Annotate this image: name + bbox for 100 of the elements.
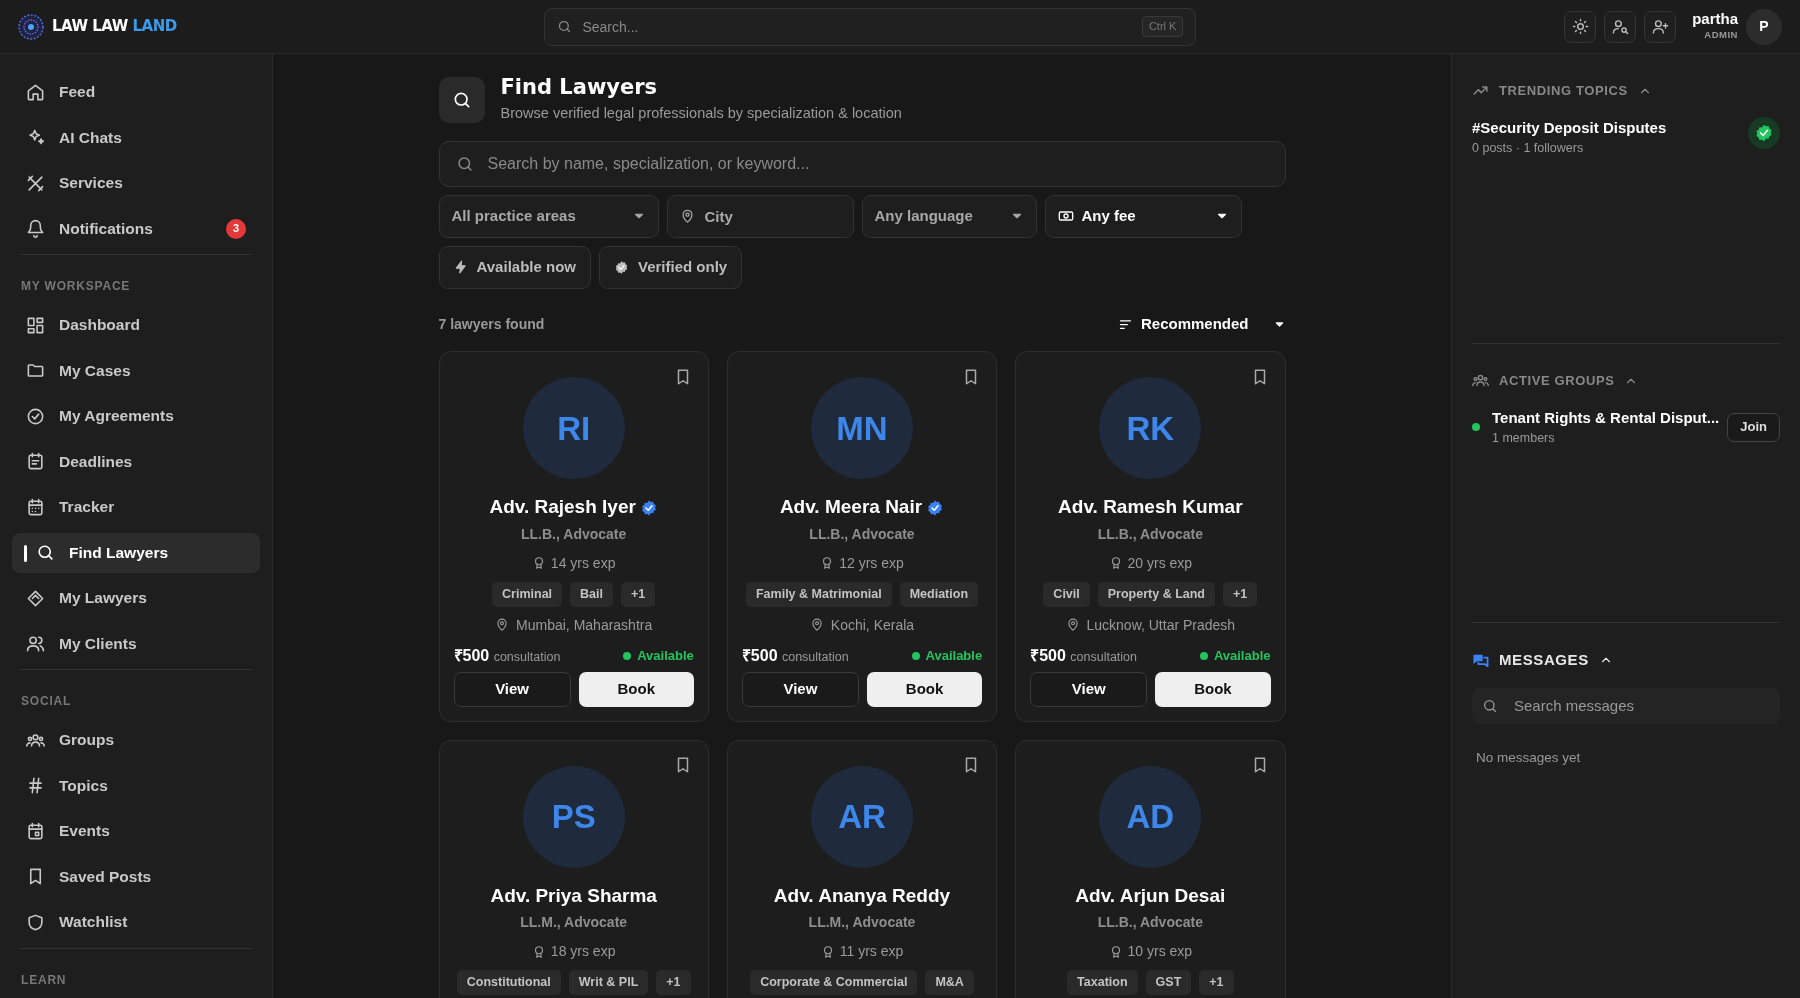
avatar: AD [1099,765,1202,868]
experience: 14 yrs exp [550,553,616,573]
sidebar-item[interactable]: AI Chats [12,117,260,158]
specialization-tag: Property & Land [1097,581,1215,607]
diamond-icon [26,588,45,608]
view-button[interactable]: View [741,671,859,707]
filter-dropdown[interactable]: All practice areas [438,194,659,238]
consultation-fee: ₹500 consultation [741,645,849,666]
sidebar-item[interactable]: My Lawyers [12,578,260,618]
sort-dropdown[interactable]: Recommended [1117,312,1286,336]
pin-icon [495,618,510,633]
badge-check-icon [1754,122,1774,143]
location: Kochi, Kerala [830,615,915,635]
count-badge: 3 [226,218,246,239]
experience: 12 yrs exp [839,553,904,573]
filter-dropdown[interactable]: Any fee [1044,194,1242,238]
location: Lucknow, Uttar Pradesh [1086,615,1236,635]
specialization-tag: Criminal [492,581,563,607]
view-button[interactable]: View [453,671,571,707]
specialization-tag: Mediation [899,581,979,607]
filter-toggle[interactable]: Verified only [599,245,743,289]
group-name[interactable]: Tenant Rights & Rental Disput... [1492,406,1720,429]
sidebar-item[interactable]: Events [12,811,260,851]
lawyer-degree: LL.B., Advocate [1097,913,1203,933]
sidebar-item[interactable]: Saved Posts [12,856,260,897]
search-icon [557,19,573,34]
sidebar-item[interactable]: Tracker [12,487,260,527]
sidebar-item[interactable]: Dashboard [12,305,260,345]
lawyer-name: Adv. Priya Sharma [490,883,657,908]
filter-toggle[interactable]: Available now [438,245,591,289]
sidebar-item[interactable]: My Cases [12,350,260,391]
search-input[interactable]: Search messages [1512,687,1770,724]
book-button[interactable]: Book [867,671,983,707]
section-heading: LEARN [20,971,68,989]
specialization-tag: Writ & PIL [568,970,649,995]
experience: 18 yrs exp [550,942,616,962]
avatar: RK [1099,377,1202,480]
calendar-icon [26,821,45,841]
bell-icon [26,219,45,238]
lawyer-degree: LL.M., Advocate [520,913,628,933]
search-input[interactable]: Search... [580,8,1134,45]
lawyer-name: Adv. Meera Nair [779,495,923,520]
specialization-tag: Constitutional [456,970,561,995]
add-user-button[interactable] [1644,10,1677,43]
sidebar-item[interactable]: My Agreements [12,396,260,436]
view-button[interactable]: View [1030,671,1148,707]
topic-title[interactable]: #Security Deposit Disputes [1472,116,1667,139]
sidebar-item[interactable]: Topics [12,765,260,806]
sidebar-item[interactable]: Feed [12,72,260,112]
section-heading: ACTIVE GROUPS [1499,372,1615,390]
specialization-tag: Civil [1043,581,1090,607]
sidebar-item[interactable]: Groups [12,720,260,760]
user-avatar[interactable]: P [1746,8,1782,45]
avatar: PS [522,765,625,868]
page-subtitle: Browse verified legal professionals by specialization & location [500,104,902,124]
lawyer-degree: LL.B., Advocate [1097,524,1203,544]
lawyer-degree: LL.B., Advocate [521,524,627,544]
book-button[interactable]: Book [1155,671,1271,707]
sidebar-item[interactable]: Watchlist [12,902,260,942]
filter-dropdown[interactable]: Any language [861,194,1037,238]
folder-icon [26,361,45,380]
city-field[interactable]: City [666,194,854,238]
user-role: ADMIN [1704,27,1738,42]
experience: 10 yrs exp [1127,942,1193,962]
avatar: AR [811,765,913,868]
sidebar-item[interactable]: Notifications 3 [12,208,260,249]
page-title: Find Lawyers [500,76,659,100]
city-input[interactable]: City [702,195,841,237]
sidebar-item[interactable]: Deadlines [12,441,260,482]
sidebar-item[interactable]: Find Lawyers [12,532,260,573]
dropdown-value: Any fee [1081,206,1137,227]
sidebar-item[interactable]: Services [12,163,260,203]
logo-text[interactable]: LAW LAW LAND [52,15,177,38]
availability-status: Available [1213,646,1271,665]
results-count: 7 lawyers found [438,314,545,334]
followed-badge[interactable] [1748,116,1780,149]
search-icon [36,543,55,562]
join-button[interactable]: Join [1727,412,1780,442]
message-search-field[interactable]: Search messages [1472,687,1780,724]
shortcut-hint: Ctrl K [1141,16,1184,37]
specialization-tag: Family & Matrimonial [745,581,892,607]
find-user-button[interactable] [1604,10,1637,43]
dropdown-value: All practice areas [451,206,577,227]
specialization-tag: +1 [656,970,691,995]
pin-icon [679,208,695,224]
book-button[interactable]: Book [578,671,694,707]
lawyer-degree: LL.M., Advocate [808,913,916,933]
sun-icon [1571,18,1589,35]
sidebar-item[interactable]: My Clients [12,623,260,664]
user-plus-icon [1651,18,1669,35]
section-heading: MY WORKSPACE [20,278,132,295]
calendar-icon [26,497,45,517]
pin-icon [1065,618,1080,633]
availability-status: Available [637,646,694,665]
theme-toggle-button[interactable] [1564,10,1597,43]
specialization-tag: M&A [925,970,974,995]
pin-icon [809,618,824,633]
topic-stats: 0 posts · 1 followers [1472,140,1585,157]
experience: 20 yrs exp [1127,553,1193,573]
user-name: partha [1692,11,1738,28]
